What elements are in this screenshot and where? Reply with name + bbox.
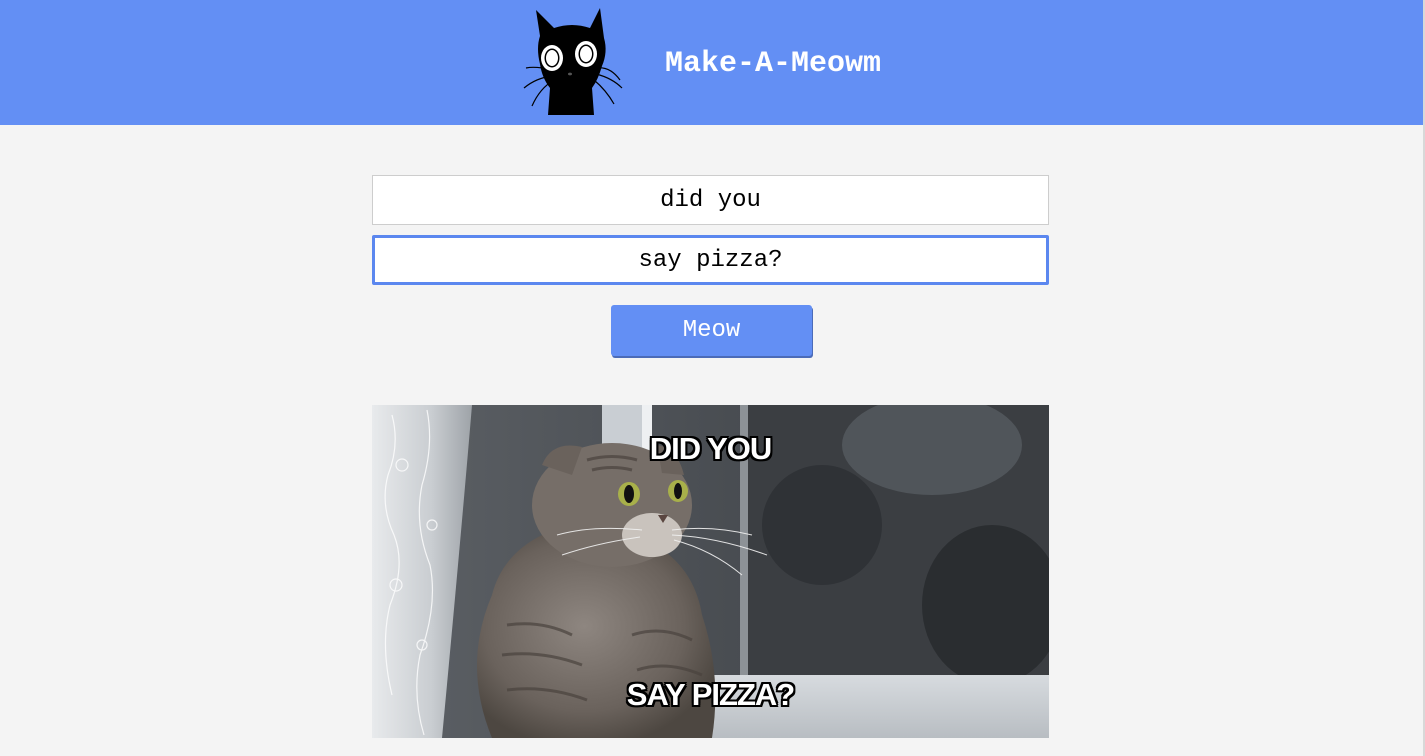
app-title: Make-A-Meowm xyxy=(665,47,882,81)
meme-preview: DID YOU SAY PIZZA? xyxy=(372,405,1049,738)
bottom-text-input[interactable] xyxy=(372,235,1049,285)
meme-bottom-caption: SAY PIZZA? xyxy=(626,677,795,712)
meme-top-caption: DID YOU xyxy=(649,431,773,466)
black-cat-icon xyxy=(523,8,623,115)
app-header: Make-A-Meowm xyxy=(0,0,1423,125)
meow-button[interactable]: Meow xyxy=(611,305,812,356)
top-text-input[interactable] xyxy=(372,175,1049,225)
